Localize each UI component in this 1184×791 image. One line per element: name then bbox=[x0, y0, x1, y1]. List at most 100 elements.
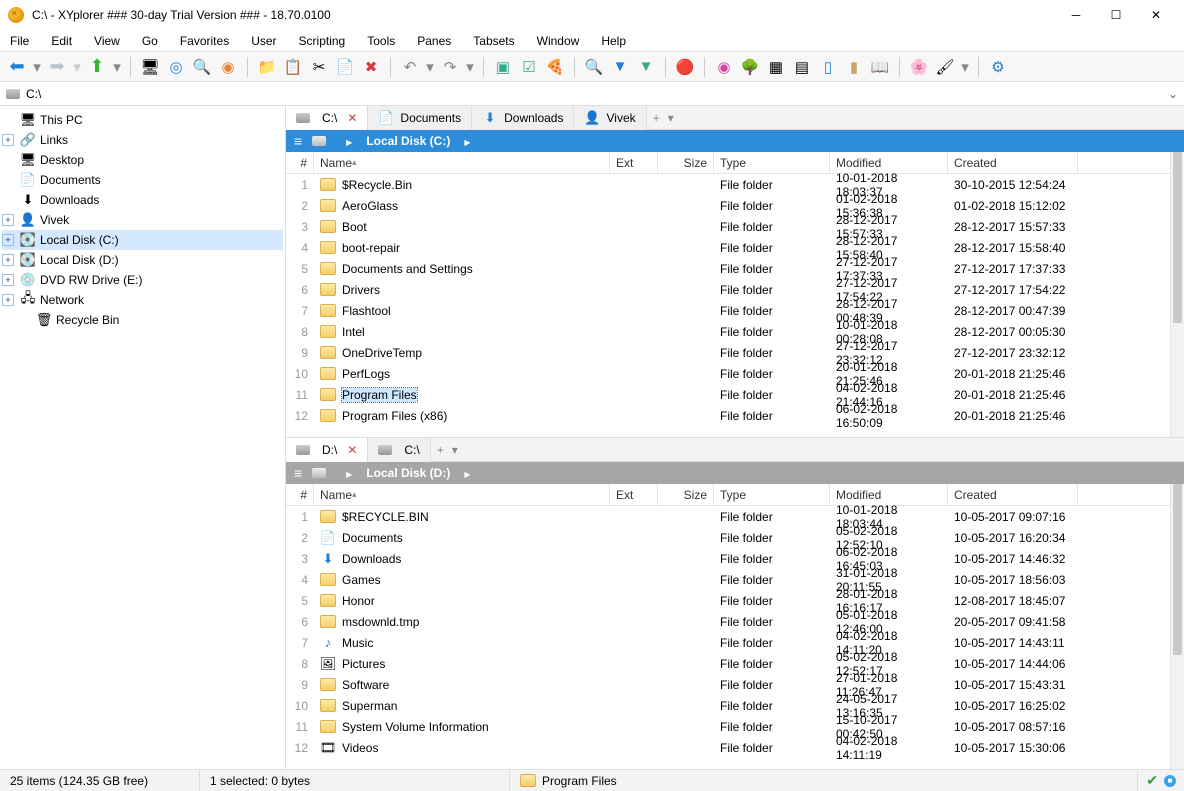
tab-c[interactable]: C:\ bbox=[368, 438, 430, 462]
zoom-icon[interactable]: 🔍 bbox=[191, 56, 213, 78]
pie-icon[interactable]: 🔴 bbox=[674, 56, 696, 78]
file-row[interactable]: 9SoftwareFile folder27-01-2018 11:26:471… bbox=[286, 674, 1170, 695]
header-ext[interactable]: Ext bbox=[610, 484, 658, 505]
file-list[interactable]: #NameExtSizeTypeModifiedCreated1$Recycle… bbox=[286, 152, 1184, 437]
file-row[interactable]: 12Program Files (x86)File folder06-02-20… bbox=[286, 405, 1170, 426]
file-row[interactable]: 5HonorFile folder28-01-2018 16:16:1712-0… bbox=[286, 590, 1170, 611]
tree-links[interactable]: +🔗Links bbox=[2, 130, 283, 150]
expand-icon[interactable] bbox=[2, 174, 14, 186]
menu-view[interactable]: View bbox=[90, 32, 124, 50]
scrollbar[interactable] bbox=[1170, 152, 1184, 437]
menu-favorites[interactable]: Favorites bbox=[176, 32, 233, 50]
menu-panes[interactable]: Panes bbox=[413, 32, 455, 50]
forward-dropdown[interactable]: ▾ bbox=[72, 56, 82, 78]
expand-icon[interactable]: + bbox=[2, 234, 14, 246]
target-icon[interactable]: ◎ bbox=[165, 56, 187, 78]
play-icon[interactable]: ◉ bbox=[217, 56, 239, 78]
tree-network[interactable]: +🖧Network bbox=[2, 290, 283, 310]
expand-icon[interactable]: + bbox=[2, 274, 14, 286]
file-row[interactable]: 3⬇DownloadsFile folder06-02-2018 16:45:0… bbox=[286, 548, 1170, 569]
header-created[interactable]: Created bbox=[948, 152, 1078, 173]
tab-documents[interactable]: 📄Documents bbox=[368, 106, 472, 130]
header-type[interactable]: Type bbox=[714, 484, 830, 505]
file-row[interactable]: 3BootFile folder28-12-2017 15:57:3328-12… bbox=[286, 216, 1170, 237]
box-icon[interactable]: ▮ bbox=[843, 56, 865, 78]
tree-this-pc[interactable]: 🖥This PC bbox=[2, 110, 283, 130]
file-row[interactable]: 2AeroGlassFile folder01-02-2018 15:36:38… bbox=[286, 195, 1170, 216]
file-row[interactable]: 7♪MusicFile folder04-02-2018 14:11:2010-… bbox=[286, 632, 1170, 653]
split-icon[interactable]: ▯ bbox=[817, 56, 839, 78]
expand-icon[interactable] bbox=[2, 194, 14, 206]
header-#[interactable]: # bbox=[286, 484, 314, 505]
tab-add-icon[interactable]: + bbox=[653, 111, 660, 125]
expand-icon[interactable] bbox=[2, 114, 14, 126]
header-type[interactable]: Type bbox=[714, 152, 830, 173]
tree-local-disk-c-[interactable]: +💽Local Disk (C:) bbox=[2, 230, 283, 250]
header-size[interactable]: Size bbox=[658, 152, 714, 173]
table-icon[interactable]: ▤ bbox=[791, 56, 813, 78]
maximize-button[interactable]: ☐ bbox=[1096, 0, 1136, 30]
tab-d[interactable]: D:\✕ bbox=[286, 438, 368, 462]
tree-vivek[interactable]: +👤Vivek bbox=[2, 210, 283, 230]
tree-dvd-rw-drive-e-[interactable]: +💿DVD RW Drive (E:) bbox=[2, 270, 283, 290]
file-row[interactable]: 11Program FilesFile folder04-02-2018 21:… bbox=[286, 384, 1170, 405]
breadcrumb[interactable]: ≡Local Disk (D:) bbox=[286, 462, 1184, 484]
file-list[interactable]: #NameExtSizeTypeModifiedCreated1$RECYCLE… bbox=[286, 484, 1184, 769]
file-row[interactable]: 6DriversFile folder27-12-2017 17:54:2227… bbox=[286, 279, 1170, 300]
tab-menu-icon[interactable]: ▾ bbox=[452, 443, 458, 457]
undo-icon[interactable]: ↶ bbox=[399, 56, 421, 78]
folder-plus-icon[interactable]: 📁 bbox=[256, 56, 278, 78]
expand-icon[interactable]: + bbox=[2, 294, 14, 306]
file-row[interactable]: 4GamesFile folder31-01-2018 20:11:5510-0… bbox=[286, 569, 1170, 590]
header-#[interactable]: # bbox=[286, 152, 314, 173]
file-row[interactable]: 1$Recycle.BinFile folder10-01-2018 18:03… bbox=[286, 174, 1170, 195]
spiral-icon[interactable]: ◉ bbox=[713, 56, 735, 78]
tree-downloads[interactable]: ⬇Downloads bbox=[2, 190, 283, 210]
undo-dropdown[interactable]: ▾ bbox=[425, 56, 435, 78]
header-name[interactable]: Name bbox=[314, 152, 610, 173]
file-row[interactable]: 8IntelFile folder10-01-2018 00:28:0828-1… bbox=[286, 321, 1170, 342]
file-row[interactable]: 12🎞VideosFile folder04-02-2018 14:11:191… bbox=[286, 737, 1170, 758]
menu-go[interactable]: Go bbox=[138, 32, 162, 50]
menu-user[interactable]: User bbox=[247, 32, 280, 50]
expand-icon[interactable] bbox=[2, 154, 14, 166]
menu-scripting[interactable]: Scripting bbox=[295, 32, 350, 50]
file-row[interactable]: 9OneDriveTempFile folder27-12-2017 23:32… bbox=[286, 342, 1170, 363]
stop-icon[interactable]: ■ bbox=[1164, 775, 1176, 787]
forward-button[interactable]: ➡ bbox=[46, 56, 68, 78]
file-row[interactable]: 7FlashtoolFile folder28-12-2017 00:48:39… bbox=[286, 300, 1170, 321]
tab-c[interactable]: C:\✕ bbox=[286, 106, 368, 130]
tree-desktop[interactable]: 🖥Desktop bbox=[2, 150, 283, 170]
pizza-icon[interactable]: 🍕 bbox=[544, 56, 566, 78]
tab-close-icon[interactable]: ✕ bbox=[347, 443, 357, 457]
file-row[interactable]: 8🖼PicturesFile folder05-02-2018 12:52:17… bbox=[286, 653, 1170, 674]
tab-close-icon[interactable]: ✕ bbox=[347, 111, 357, 125]
menu-window[interactable]: Window bbox=[533, 32, 584, 50]
panel-icon[interactable]: ▣ bbox=[492, 56, 514, 78]
minimize-button[interactable]: ─ bbox=[1056, 0, 1096, 30]
tree-documents[interactable]: 📄Documents bbox=[2, 170, 283, 190]
expand-icon[interactable] bbox=[18, 314, 30, 326]
header-created[interactable]: Created bbox=[948, 484, 1078, 505]
redo-dropdown[interactable]: ▾ bbox=[465, 56, 475, 78]
copy-icon[interactable]: 📋 bbox=[282, 56, 304, 78]
hamburger-icon[interactable]: ≡ bbox=[294, 133, 302, 149]
cut-icon[interactable]: ✂ bbox=[308, 56, 330, 78]
file-row[interactable]: 2📄DocumentsFile folder05-02-2018 12:52:1… bbox=[286, 527, 1170, 548]
brush-icon[interactable]: 🖌 bbox=[934, 56, 956, 78]
tab-menu-icon[interactable]: ▾ bbox=[668, 111, 674, 125]
header-name[interactable]: Name bbox=[314, 484, 610, 505]
filter2-icon[interactable]: ▼ bbox=[635, 56, 657, 78]
address-dropdown-icon[interactable]: ⌄ bbox=[1168, 87, 1178, 101]
menu-help[interactable]: Help bbox=[597, 32, 630, 50]
book-icon[interactable]: 📖 bbox=[869, 56, 891, 78]
scrollbar[interactable] bbox=[1170, 484, 1184, 769]
flower-icon[interactable]: 🌸 bbox=[908, 56, 930, 78]
tree-recycle-bin[interactable]: 🗑Recycle Bin bbox=[2, 310, 283, 330]
delete-icon[interactable]: ✖ bbox=[360, 56, 382, 78]
expand-icon[interactable]: + bbox=[2, 134, 14, 146]
file-row[interactable]: 6msdownld.tmpFile folder05-01-2018 12:46… bbox=[286, 611, 1170, 632]
filter-icon[interactable]: ▼ bbox=[609, 56, 631, 78]
file-row[interactable]: 5Documents and SettingsFile folder27-12-… bbox=[286, 258, 1170, 279]
redo-icon[interactable]: ↷ bbox=[439, 56, 461, 78]
